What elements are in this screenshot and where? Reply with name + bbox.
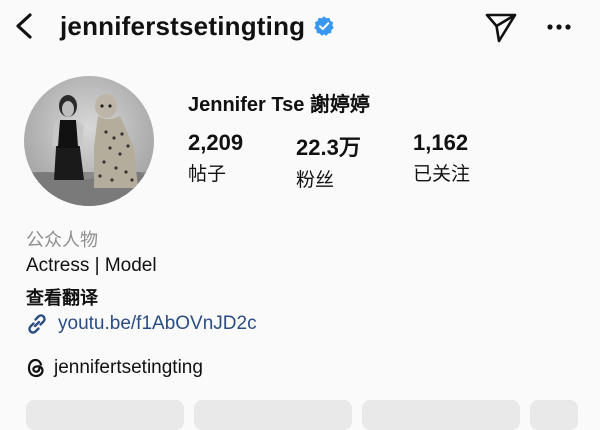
back-button[interactable] [6,6,46,46]
suggested-button[interactable] [530,400,578,430]
back-arrow-icon [16,13,32,39]
more-icon [547,24,571,30]
following-stat[interactable]: 1,162 已关注 [413,130,523,186]
followers-stat[interactable]: 22.3万 粉丝 [296,130,406,192]
threads-handle: jennifertsetingting [54,357,203,378]
more-options-button[interactable] [540,8,578,46]
posts-stat[interactable]: 2,209 帖子 [188,130,298,186]
see-translation-link[interactable]: 查看翻译 [26,284,98,310]
posts-count: 2,209 [188,130,244,155]
profile-category: 公众人物 [26,230,98,250]
follow-button[interactable] [26,400,184,430]
threads-badge[interactable]: jennifertsetingting [24,356,203,380]
followers-label: 粉丝 [296,170,335,191]
following-label: 已关注 [413,164,471,185]
verified-badge-icon [314,16,334,36]
threads-icon [27,358,44,378]
send-icon [485,13,517,43]
avatar-photo [24,76,154,206]
profile-username-header: jenniferstsetingting [60,6,335,46]
profile-avatar[interactable] [24,76,154,206]
bio-link-text: youtu.be/f1AbOVnJD2c [58,313,257,334]
bio-link[interactable]: youtu.be/f1AbOVnJD2c [24,311,257,337]
following-count: 1,162 [413,130,469,155]
contact-button[interactable] [362,400,520,430]
posts-label: 帖子 [188,164,227,185]
link-icon [28,314,46,334]
profile-bio: Actress | Model [26,255,157,276]
send-message-button[interactable] [482,8,520,46]
username-title: jenniferstsetingting [60,10,306,41]
followers-count: 22.3万 [296,135,361,160]
message-button[interactable] [194,400,352,430]
display-name: Jennifer Tse 謝婷婷 [188,94,370,116]
